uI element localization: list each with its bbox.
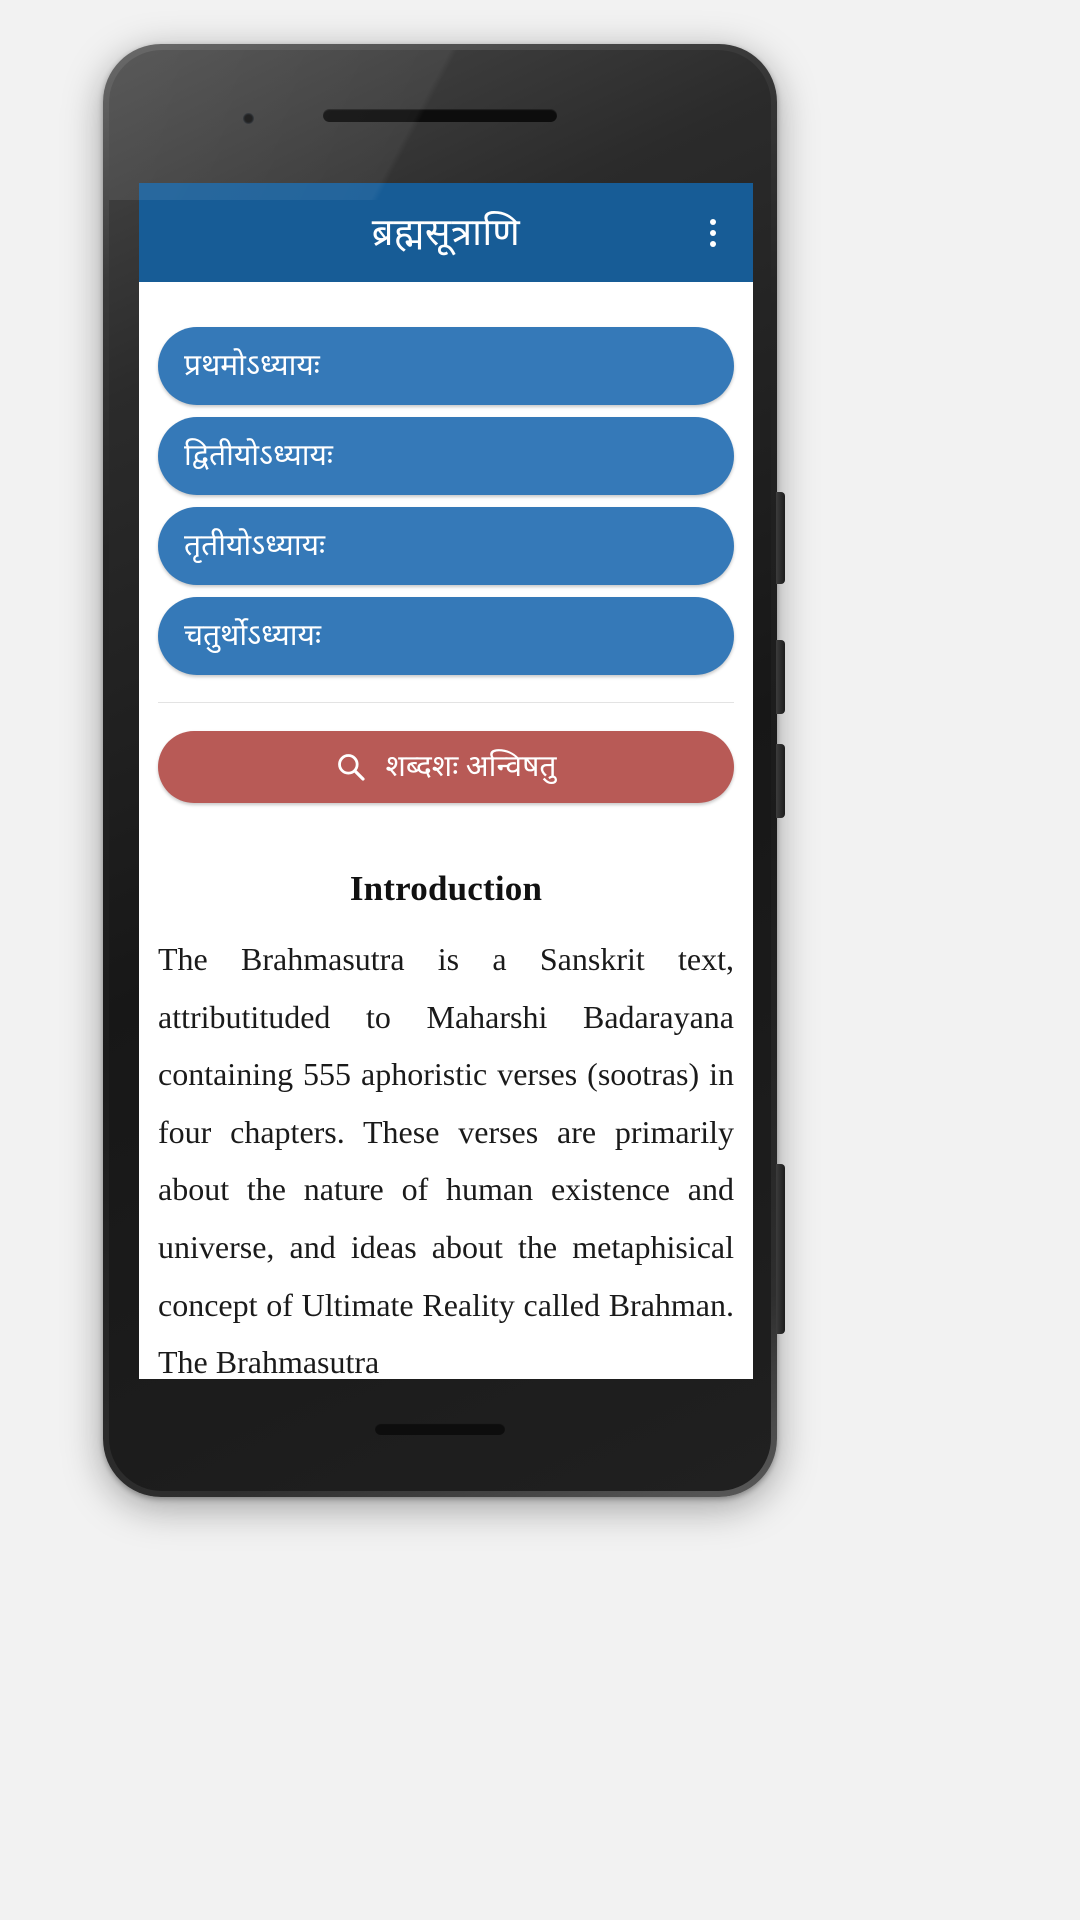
screen-gloss — [109, 50, 771, 200]
chapter-label: द्वितीयोऽध्यायः — [184, 439, 333, 472]
introduction-body-text: The Brahmasutra is a Sanskrit text, attr… — [158, 941, 734, 1379]
chapter-label: तृतीयोऽध्यायः — [184, 529, 326, 562]
introduction-heading: Introduction — [349, 869, 543, 908]
phone-screen: ब्रह्मसूत्राणि प्रथमोऽध्यायः द्वितीयोऽध्… — [139, 183, 753, 1379]
volume-down-button[interactable] — [776, 744, 785, 818]
main-content: प्रथमोऽध्यायः द्वितीयोऽध्यायः तृतीयोऽध्य… — [139, 282, 753, 1379]
app-bar: ब्रह्मसूत्राणि — [139, 183, 753, 282]
earpiece-speaker — [323, 109, 557, 122]
chapter-button-1[interactable]: प्रथमोऽध्यायः — [158, 327, 734, 405]
word-search-button[interactable]: शब्दशः अन्विषतु — [158, 731, 734, 803]
search-button-label: शब्दशः अन्विषतु — [385, 750, 557, 783]
overflow-dot — [710, 229, 716, 236]
search-icon — [338, 754, 366, 781]
chapter-label: चतुर्थोऽध्यायः — [184, 619, 322, 652]
chapter-label: प्रथमोऽध्यायः — [184, 349, 320, 382]
chapter-button-2[interactable]: द्वितीयोऽध्यायः — [158, 417, 734, 495]
overflow-menu-icon[interactable] — [691, 207, 735, 259]
chapter-button-4[interactable]: चतुर्थोऽध्यायः — [158, 597, 734, 675]
overflow-dot — [710, 218, 716, 225]
phone-device: ब्रह्मसूत्राणि प्रथमोऽध्यायः द्वितीयोऽध्… — [103, 44, 785, 1497]
front-camera — [243, 113, 254, 124]
side-button[interactable] — [776, 1164, 785, 1334]
phone-bezel: ब्रह्मसूत्राणि प्रथमोऽध्यायः द्वितीयोऽध्… — [109, 50, 771, 1491]
volume-up-button[interactable] — [776, 640, 785, 714]
bottom-speaker — [375, 1423, 505, 1435]
power-button[interactable] — [776, 492, 785, 584]
overflow-dot — [710, 240, 716, 247]
chapter-list: प्रथमोऽध्यायः द्वितीयोऽध्यायः तृतीयोऽध्य… — [139, 282, 753, 675]
section-divider — [158, 702, 734, 703]
chapter-button-3[interactable]: तृतीयोऽध्यायः — [158, 507, 734, 585]
app-title: ब्रह्मसूत्राणि — [371, 211, 521, 254]
